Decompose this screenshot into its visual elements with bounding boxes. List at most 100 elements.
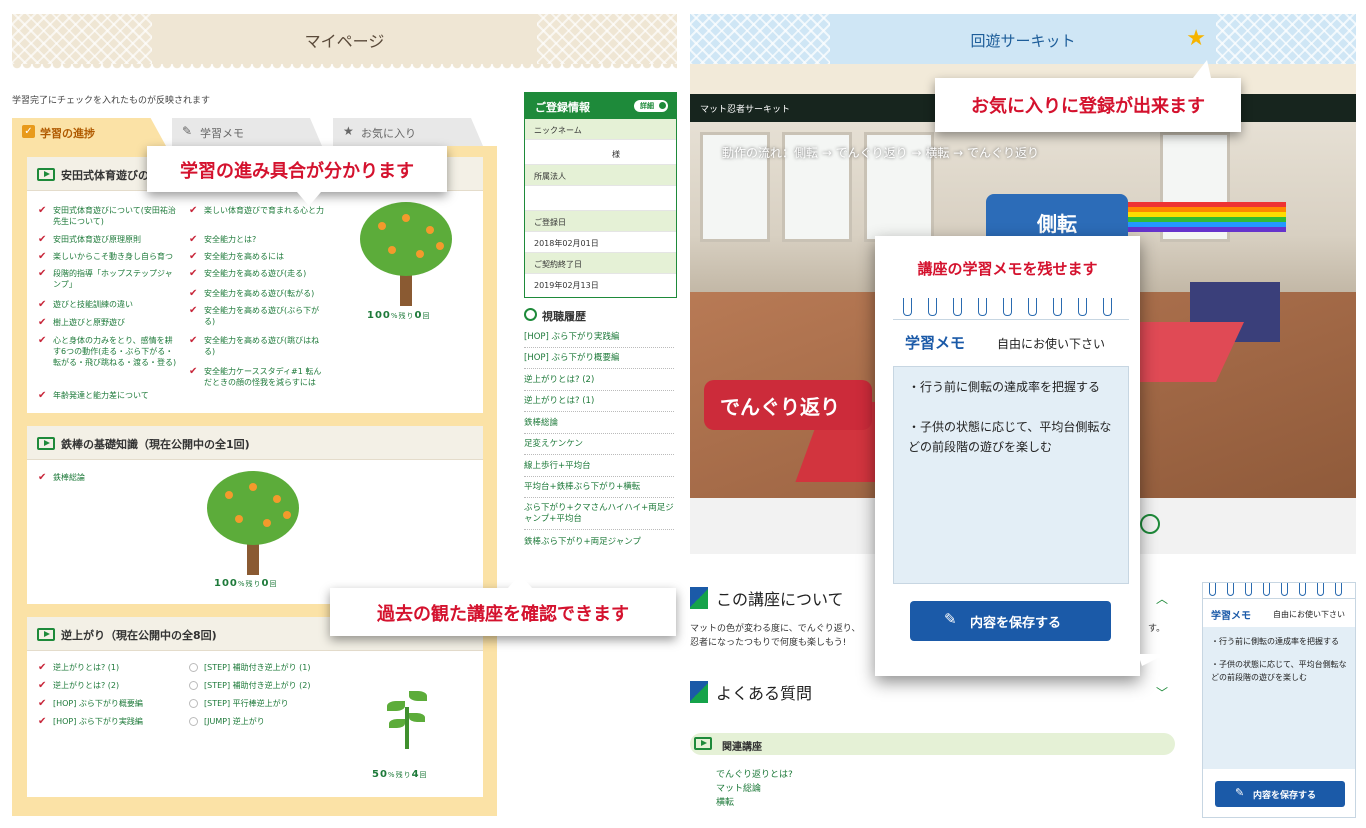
memo-title: 学習メモ	[905, 334, 966, 352]
lesson-item[interactable]: ✔ [HOP] ぶら下がり実践編	[38, 716, 178, 727]
lesson-item[interactable]: ✔ 安全能力を高める遊び(ぶら下がる)	[189, 305, 327, 327]
lesson-item[interactable]: ✔ 逆上がりとは? (1)	[38, 662, 178, 673]
detail-button[interactable]: 詳細	[634, 100, 668, 112]
check-icon: ✔	[38, 335, 47, 346]
reg-date-label: ご登録日	[525, 211, 676, 232]
lesson-item[interactable]: ✔ 逆上がりとは? (2)	[38, 680, 178, 691]
lesson-item[interactable]: [STEP] 補助付き逆上がり (2)	[189, 680, 339, 691]
mypage-header: マイページ	[12, 14, 677, 64]
history-item[interactable]: 鉄棒総論	[524, 418, 674, 434]
lesson-item[interactable]: ✔ 安全能力を高めるには	[189, 251, 327, 262]
save-memo-button[interactable]: ✎ 内容を保存する	[910, 601, 1111, 641]
chevron-up-icon[interactable]: ︿	[1156, 590, 1168, 607]
memo-popup: 講座の学習メモを残せます 学習メモ 自由にお使い下さい ・行う前に側転の達成率を…	[875, 236, 1166, 676]
callout-favorite: お気に入りに登録が出来ます	[935, 60, 1241, 132]
clock-icon	[524, 308, 537, 321]
lesson-item[interactable]: ✔ 安田式体育遊び原理原則	[38, 234, 178, 245]
flag-icon	[690, 587, 708, 609]
radio-icon	[189, 681, 198, 690]
check-icon: ✔	[38, 251, 47, 262]
lesson-item[interactable]: ✔ 樹上遊びと原野遊び	[38, 317, 178, 328]
history-title: 視聴履歴	[524, 308, 586, 324]
check-icon: ✔	[38, 716, 47, 727]
check-icon: ✔	[38, 234, 47, 245]
lesson-item[interactable]: [JUMP] 逆上がり	[189, 716, 339, 727]
org-value	[525, 186, 676, 211]
registration-title: ご登録情報 詳細	[525, 93, 676, 119]
page-title: マイページ	[304, 32, 385, 51]
about-description: マットの色が変わる度に、でんぐり返り、 す。 忍者になったつもりで何度も楽しもう!	[690, 624, 1166, 648]
faq-heading[interactable]: よくある質問	[690, 680, 812, 704]
lesson-item[interactable]: ✔ 心と身体の力みをとり、感情を耕す6つの動作(走る・ぶら下がる・転がる・飛び跳ね…	[38, 335, 178, 368]
check-icon: ✔	[189, 335, 198, 346]
play-icon[interactable]	[1140, 514, 1160, 534]
history-item[interactable]: 線上歩行+平均台	[524, 461, 674, 477]
lesson-item[interactable]: [STEP] 平行棒逆上がり	[189, 698, 339, 709]
lesson-item[interactable]: ✔ 楽しい体育遊びで育まれる心と力	[189, 205, 327, 216]
lesson-item[interactable]: [STEP] 補助付き逆上がり (1)	[189, 662, 339, 673]
video-label-roll: でんぐり返り	[704, 380, 872, 430]
course-title[interactable]: 鉄棒の基礎知識（現在公開中の全1回)	[27, 426, 483, 460]
lesson-item[interactable]: ✔ 年齢発達と能力差について	[38, 390, 178, 401]
video-icon	[37, 168, 55, 181]
history-item[interactable]: 平均台+鉄棒ぶら下がり+横転	[524, 482, 674, 498]
lesson-item[interactable]: ✔ 楽しいからこそ動き身し自ら育つ	[38, 251, 178, 262]
popup-tail	[1138, 654, 1166, 666]
pencil-icon: ✎	[1235, 786, 1245, 799]
history-item[interactable]: 鉄棒ぶら下がり+両足ジャンプ	[524, 537, 674, 552]
history-item[interactable]: 足変えケンケン	[524, 439, 674, 455]
page-title: 回遊サーキット	[970, 32, 1076, 50]
check-icon: ✔	[189, 305, 198, 316]
memo-textarea[interactable]: ・行う前に側転の達成率を把握する ・子供の状態に応じて、平均台側転などの前段階の…	[1203, 627, 1355, 769]
tab-label: 学習メモ	[200, 127, 244, 140]
course-card: 安田式体育遊びの ✔ 安田式体育遊びについて(安田祐治先生について) ✔ 安田式体育…	[27, 157, 483, 413]
video-icon	[694, 737, 712, 750]
tab-favorite[interactable]: ★ お気に入り	[333, 118, 483, 146]
lesson-item[interactable]: ✔ 遊びと技能訓練の違い	[38, 299, 178, 310]
radio-icon	[189, 699, 198, 708]
pencil-icon: ✎	[944, 610, 957, 628]
lesson-item[interactable]: ✔ [HOP] ぶら下がり概要編	[38, 698, 178, 709]
memo-subtitle: 自由にお使い下さい	[1273, 610, 1345, 619]
check-icon: ✔	[38, 472, 47, 483]
memo-textarea[interactable]: ・行う前に側転の達成率を把握する ・子供の状態に応じて、平均台側転などの前段階の…	[893, 366, 1129, 584]
favorite-star-icon[interactable]: ★	[1186, 26, 1206, 51]
tab-label: お気に入り	[361, 127, 416, 140]
lesson-item[interactable]: ✔ 鉄棒総論	[38, 472, 178, 483]
radio-icon	[189, 663, 198, 672]
nickname-label: ニックネーム	[525, 119, 676, 140]
lesson-item[interactable]: ✔ 安田式体育遊びについて(安田祐治先生について)	[38, 205, 178, 227]
progress-percent: 50%残り4回	[372, 769, 428, 780]
related-heading: 関連講座	[690, 733, 1175, 755]
memo-caption: 講座の学習メモを残せます	[917, 260, 1098, 278]
check-icon: ✔	[189, 251, 198, 262]
lesson-item[interactable]: ✔ 段階的指導「ホップステップジャンプ」	[38, 268, 178, 290]
registration-panel: ご登録情報 詳細 ニックネーム 様 所属法人 ご登録日 2018年02月01日 …	[524, 92, 677, 298]
progress-tree-icon	[360, 202, 452, 307]
history-item[interactable]: 逆上がりとは? (1)	[524, 396, 674, 412]
lesson-item[interactable]: ✔ 安全能力を高める遊び(転がる)	[189, 288, 327, 299]
chevron-down-icon[interactable]: ﹀	[1156, 684, 1168, 701]
lesson-item[interactable]: ✔ 安全能力を高める遊び(跳びはねる)	[189, 335, 327, 357]
history-item[interactable]: [HOP] ぶら下がり実践編	[524, 332, 674, 348]
history-item[interactable]: ぶら下がり+クマさんハイハイ+両足ジャンプ+平均台	[524, 503, 674, 530]
related-item[interactable]: 横転	[716, 795, 734, 808]
radio-icon	[189, 717, 198, 726]
lesson-item[interactable]: ✔ 安全能力を高める遊び(走る)	[189, 268, 327, 279]
check-icon: ✔	[189, 366, 198, 377]
lesson-item[interactable]: ✔ 安全能力とは?	[189, 234, 327, 245]
related-item[interactable]: マット総論	[716, 781, 761, 794]
related-item[interactable]: でんぐり返りとは?	[716, 767, 793, 780]
lesson-item[interactable]: ✔ 安全能力ケーススタディ#1 転んだときの顔の怪我を減らすには	[189, 366, 327, 388]
check-icon: ✔	[38, 205, 47, 216]
save-memo-button[interactable]: ✎ 内容を保存する	[1215, 781, 1345, 807]
history-item[interactable]: [HOP] ぶら下がり概要編	[524, 353, 674, 369]
course-card: 鉄棒の基礎知識（現在公開中の全1回) ✔ 鉄棒総論 100%残り0回	[27, 426, 483, 604]
end-date-label: ご契約終了日	[525, 253, 676, 274]
history-item[interactable]: 逆上がりとは? (2)	[524, 375, 674, 391]
rainbow-wall	[1106, 202, 1286, 232]
about-heading[interactable]: この講座について	[690, 586, 844, 610]
tab-memo[interactable]: ✎ 学習メモ	[172, 118, 322, 146]
video-icon	[37, 628, 55, 641]
tab-progress[interactable]: ✓ 学習の進捗	[12, 118, 166, 146]
